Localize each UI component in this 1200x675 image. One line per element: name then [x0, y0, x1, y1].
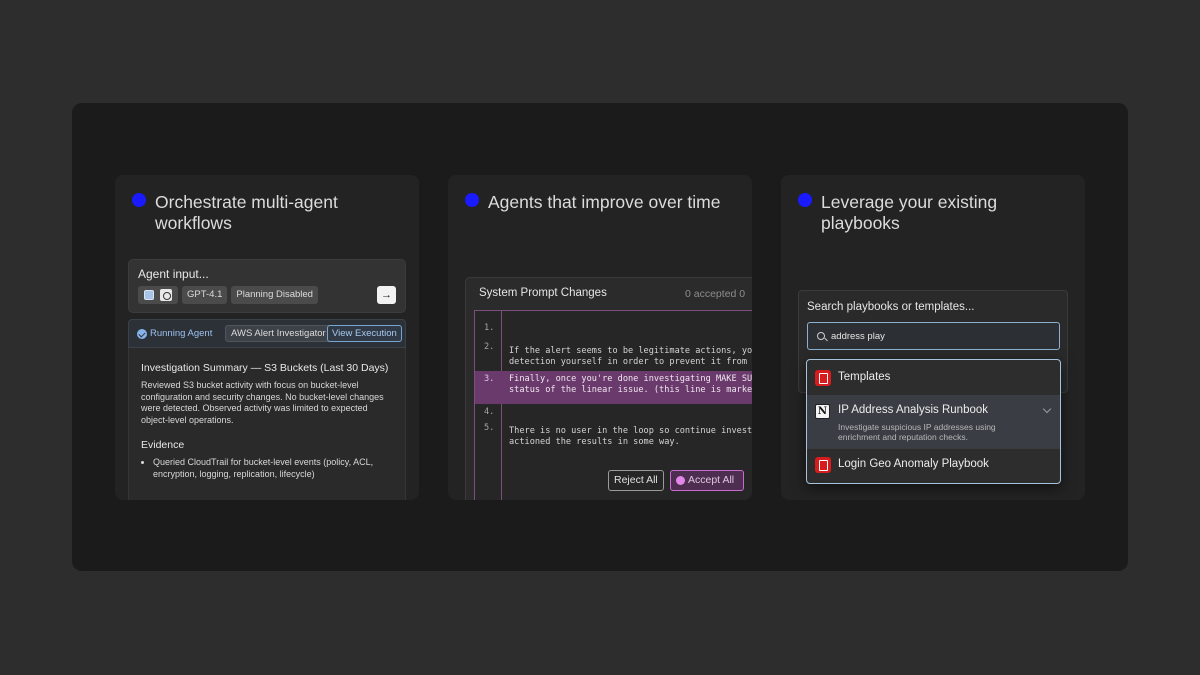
line-number: 3.	[484, 374, 495, 384]
running-agent-bar: Running Agent AWS Alert Investigator Vie…	[128, 319, 406, 348]
evidence-list: Queried CloudTrail for bucket-level even…	[141, 457, 393, 480]
line-text: Finally, once you're done investigating …	[509, 374, 752, 395]
planning-chip[interactable]: Planning Disabled	[231, 286, 318, 304]
result-item-templates[interactable]: Templates	[807, 360, 1060, 395]
send-button[interactable]: →	[377, 286, 396, 304]
result-item-ip-runbook[interactable]: N IP Address Analysis Runbook Investigat…	[807, 395, 1060, 448]
line-text: If the alert seems to be legitimate acti…	[509, 346, 752, 367]
notion-icon: N	[815, 404, 830, 419]
evidence-title: Evidence	[141, 439, 185, 451]
diff-line: 5. There is no user in the loop so conti…	[475, 423, 752, 447]
agent-options-row: GPT-4.1 Planning Disabled	[138, 286, 318, 304]
search-value[interactable]: address play	[831, 331, 885, 342]
result-description: Investigate suspicious IP addresses usin…	[838, 422, 996, 442]
search-input[interactable]: address play	[807, 322, 1060, 350]
agent-input-box[interactable]: Agent input... GPT-4.1 Planning Disabled…	[128, 259, 406, 313]
investigation-summary: Investigation Summary — S3 Buckets (Last…	[128, 348, 406, 500]
tool-icon[interactable]	[160, 289, 172, 301]
accent-dot	[798, 193, 812, 207]
agent-input-placeholder[interactable]: Agent input...	[138, 267, 209, 281]
search-title: Search playbooks or templates...	[807, 301, 975, 313]
summary-body: Reviewed S3 bucket activity with focus o…	[141, 380, 384, 425]
tool-toggle-group[interactable]	[138, 286, 178, 304]
gutter-divider	[501, 311, 502, 500]
blue-square-icon[interactable]	[144, 290, 154, 300]
accept-all-label: Accept All	[688, 474, 735, 486]
diff-line-added[interactable]: 3. Finally, once you're done investigati…	[475, 371, 752, 404]
check-circle-icon	[137, 329, 147, 339]
running-status: Running Agent	[150, 328, 213, 339]
diff-line: 4.	[475, 407, 752, 419]
card-title: Orchestrate multi-agent workflows	[155, 192, 338, 233]
feature-card-orchestrate: Orchestrate multi-agent workflows Agent …	[115, 175, 419, 500]
summary-title: Investigation Summary — S3 Buckets (Last…	[141, 362, 389, 374]
line-number: 2.	[484, 342, 495, 352]
agent-name-tag[interactable]: AWS Alert Investigator	[225, 325, 332, 342]
model-chip[interactable]: GPT-4.1	[182, 286, 228, 304]
accept-dot-icon	[676, 476, 685, 485]
line-number: 4.	[484, 407, 495, 417]
accent-dot	[132, 193, 146, 207]
card-title: Agents that improve over time	[488, 192, 721, 212]
diff-line: 2. If the alert seems to be legitimate a…	[475, 342, 752, 367]
chevron-down-icon[interactable]	[1042, 404, 1052, 414]
pdf-icon	[815, 457, 831, 473]
pdf-icon	[815, 370, 831, 386]
feature-card-improve: Agents that improve over time System Pro…	[448, 175, 752, 500]
view-execution-button[interactable]: View Execution	[327, 325, 402, 342]
result-label: Templates	[838, 371, 891, 383]
arrow-right-icon: →	[381, 289, 392, 301]
result-label: IP Address Analysis Runbook	[838, 404, 989, 416]
result-label: Login Geo Anomaly Playbook	[838, 458, 989, 470]
system-prompt-panel: System Prompt Changes 0 accepted 0 1. 2.…	[465, 277, 752, 500]
accept-all-button[interactable]: Accept All	[670, 470, 744, 491]
feature-card-playbooks: Leverage your existing playbooks Search …	[781, 175, 1085, 500]
card-title: Leverage your existing playbooks	[821, 192, 998, 233]
accepted-count: 0 accepted 0	[685, 288, 746, 300]
result-item-login-geo[interactable]: Login Geo Anomaly Playbook	[807, 448, 1060, 483]
search-icon	[817, 332, 825, 340]
panel-title: System Prompt Changes	[479, 287, 607, 299]
line-text: There is no user in the loop so continue…	[509, 426, 752, 447]
search-results-dropdown: Templates N IP Address Analysis Runbook …	[806, 359, 1061, 484]
diff-line: 1.	[475, 323, 752, 335]
line-number: 1.	[484, 323, 495, 333]
line-number: 5.	[484, 423, 495, 433]
reject-all-button[interactable]: Reject All	[608, 470, 664, 491]
evidence-item: Queried CloudTrail for bucket-level even…	[153, 457, 393, 480]
accent-dot	[465, 193, 479, 207]
